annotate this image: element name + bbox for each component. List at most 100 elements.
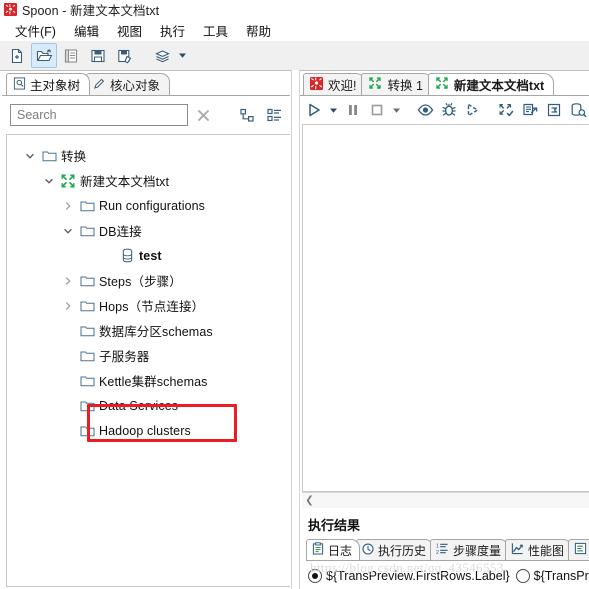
editor-tabs: 欢迎! 转换 1 新建文本文档txt: [300, 73, 589, 96]
radio-unselected-icon: [515, 569, 530, 583]
collapse-tree-icon[interactable]: [237, 104, 259, 127]
tree-node-partition-schemas[interactable]: 数据库分区schemas: [7, 318, 290, 343]
tree-node-cluster-schemas[interactable]: Kettle集群schemas: [7, 368, 290, 393]
stop-options-caret-icon[interactable]: [389, 98, 404, 122]
tree-node-label: Steps（步骤）: [99, 275, 182, 289]
menu-tools[interactable]: 工具: [194, 19, 237, 42]
results-tab-log[interactable]: 日志: [306, 539, 361, 560]
clipboard-icon: [312, 542, 324, 558]
menu-view[interactable]: 视图: [108, 19, 151, 42]
save-button[interactable]: [85, 43, 111, 68]
numbered-list-icon: 12: [436, 542, 449, 558]
list-view-icon[interactable]: [263, 104, 285, 127]
preview-button[interactable]: [413, 97, 437, 123]
menu-edit[interactable]: 编辑: [65, 19, 108, 42]
tree-node-steps[interactable]: Steps（步骤）: [7, 268, 290, 293]
tree-node-label: Hops（节点连接）: [99, 300, 205, 314]
impact-button[interactable]: [518, 97, 542, 123]
tree-node-transformations[interactable]: 转换: [7, 143, 290, 168]
db-explore-button[interactable]: [566, 97, 589, 123]
toolbar-dropdown-caret-icon[interactable]: [176, 44, 189, 67]
radio-first-rows[interactable]: ${TransPreview.FirstRows.Label}: [308, 569, 510, 583]
search-input[interactable]: [15, 107, 183, 123]
run-button[interactable]: [302, 97, 326, 123]
tree-node-hadoop-clusters[interactable]: Hadoop clusters: [7, 418, 290, 443]
chevron-down-icon[interactable]: [59, 226, 77, 236]
results-tab-history-label: 执行历史: [378, 543, 427, 558]
results-tab-step-metrics-label: 步骤度量: [453, 543, 502, 558]
transformation-icon: [368, 76, 382, 93]
results-tab-performance[interactable]: 性能图: [505, 539, 573, 560]
chevron-down-icon[interactable]: [40, 176, 58, 186]
close-x-icon[interactable]: [193, 104, 215, 127]
panel-divider[interactable]: [291, 70, 300, 589]
svg-text:1: 1: [436, 544, 439, 550]
tab-transformation-1[interactable]: 转换 1: [361, 73, 433, 95]
print-layers-button[interactable]: [149, 43, 175, 68]
transformation-icon: [435, 76, 449, 93]
results-tab-step-metrics[interactable]: 12 步骤度量: [430, 539, 510, 560]
menu-help[interactable]: 帮助: [237, 19, 280, 42]
chevron-right-icon[interactable]: [59, 301, 77, 311]
search-input-wrapper[interactable]: [10, 104, 188, 126]
tree-node-hops[interactable]: Hops（节点连接）: [7, 293, 290, 318]
document-search-icon: [13, 76, 26, 93]
stop-button[interactable]: [365, 97, 389, 123]
tab-main-object-tree[interactable]: 主对象树: [6, 73, 91, 95]
folder-icon: [77, 349, 97, 362]
tab-core-objects[interactable]: 核心对象: [86, 73, 171, 95]
new-file-button[interactable]: [4, 43, 30, 68]
results-tab-history[interactable]: 执行历史: [356, 539, 435, 560]
verify-button[interactable]: [494, 97, 518, 123]
menu-file[interactable]: 文件(F): [6, 19, 65, 42]
folder-icon: [77, 224, 97, 237]
tab-transformation-1-label: 转换 1: [387, 79, 423, 93]
menu-run[interactable]: 执行: [151, 19, 194, 42]
tree-node-label: 转换: [61, 150, 87, 164]
metrics-icon: [574, 542, 587, 558]
execution-results-panel: 执行结果 日志 执行历史 1 2 步骤度量 性能图 ${TransPreview…: [300, 508, 589, 587]
open-file-button[interactable]: [31, 43, 57, 68]
clock-icon: [362, 542, 374, 558]
spoon-logo-icon: [4, 3, 17, 16]
sql-button[interactable]: [542, 97, 566, 123]
replay-button[interactable]: [461, 97, 485, 123]
tree-node-db-connections[interactable]: DB连接: [7, 218, 290, 243]
results-tab-metrics[interactable]: [568, 539, 589, 560]
tab-core-objects-label: 核心对象: [110, 79, 161, 93]
tree-node-test-connection[interactable]: test: [7, 243, 290, 268]
tree-node-run-configurations[interactable]: Run configurations: [7, 193, 290, 218]
folder-icon: [39, 149, 59, 162]
save-as-button[interactable]: [112, 43, 138, 68]
tree-node-label: 新建文本文档txt: [80, 175, 170, 189]
left-panel-tabs: 主对象树 核心对象: [2, 73, 290, 96]
tree-node-slave-servers[interactable]: 子服务器: [7, 343, 290, 368]
chevron-down-icon[interactable]: [21, 151, 39, 161]
run-options-caret-icon[interactable]: [326, 98, 341, 122]
transformation-canvas[interactable]: [302, 124, 589, 492]
explore-repository-button[interactable]: [58, 43, 84, 68]
database-icon: [117, 248, 137, 263]
tree-node-label: Kettle集群schemas: [99, 375, 208, 389]
svg-text:2: 2: [436, 550, 439, 555]
transformation-toolbar: [300, 96, 589, 124]
debug-button[interactable]: [437, 97, 461, 123]
chevron-left-icon[interactable]: ❮: [302, 494, 317, 508]
radio-last-rows[interactable]: ${TransPre: [515, 569, 589, 583]
pause-button[interactable]: [341, 97, 365, 123]
spoon-application-window: Spoon - 新建文本文档txt 文件(F) 编辑 视图 执行 工具 帮助 主…: [0, 0, 589, 589]
tab-welcome-label: 欢迎!: [328, 79, 357, 93]
object-tree-container[interactable]: 转换 新建文本文档txt Run configurations DB连接 tes…: [6, 134, 290, 587]
folder-icon: [77, 399, 97, 412]
chevron-right-icon[interactable]: [59, 201, 77, 211]
canvas-horizontal-scrollbar[interactable]: ❮: [302, 492, 589, 508]
tree-node-data-services[interactable]: Data Services: [7, 393, 290, 418]
tab-welcome[interactable]: 欢迎!: [303, 73, 367, 95]
tree-node-new-text-document[interactable]: 新建文本文档txt: [7, 168, 290, 193]
execution-results-title: 执行结果: [308, 518, 361, 533]
chevron-right-icon[interactable]: [59, 276, 77, 286]
tab-new-text-document[interactable]: 新建文本文档txt: [427, 73, 555, 95]
tree-node-label: test: [139, 248, 162, 263]
folder-icon: [77, 274, 97, 287]
title-bar: Spoon - 新建文本文档txt: [0, 0, 589, 19]
